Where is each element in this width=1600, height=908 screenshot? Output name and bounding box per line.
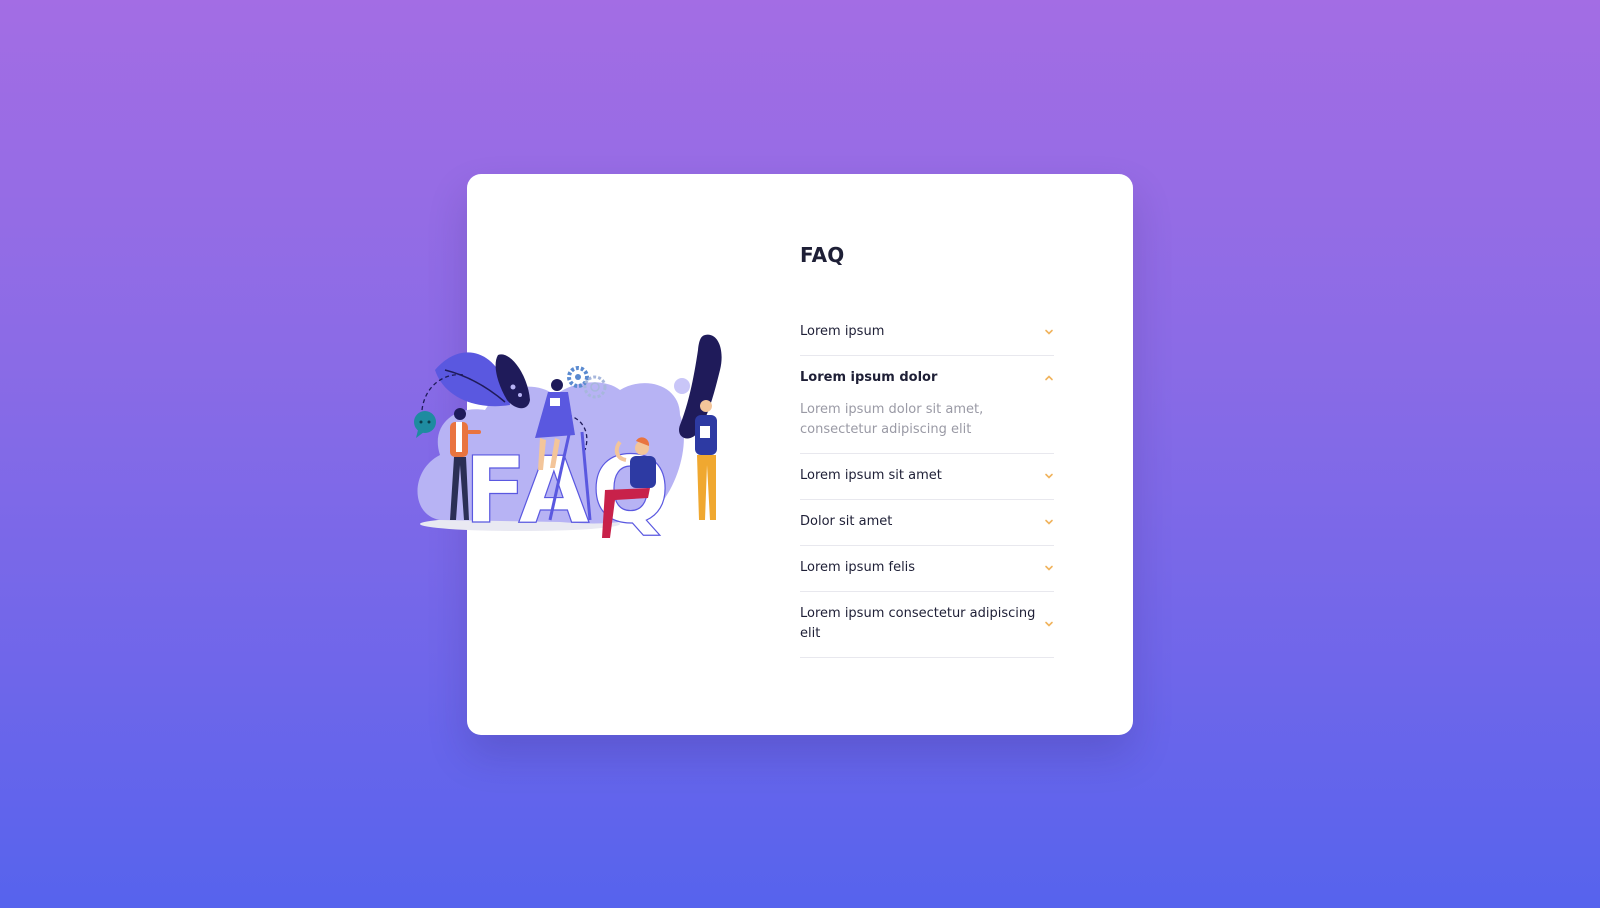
faq-question: Lorem ipsum consectetur adipiscing elit (800, 606, 1036, 641)
chat-bubble-icon (414, 411, 436, 438)
bubble-dot (674, 378, 690, 394)
faq-answer: Lorem ipsum dolor sit amet, consectetur … (800, 402, 984, 437)
faq-item[interactable]: Lorem ipsum dolor Lorem ipsum dolor sit … (800, 356, 1054, 454)
faq-item[interactable]: Lorem ipsum consectetur adipiscing elit (800, 592, 1054, 658)
faq-section: FAQ Lorem ipsum Lorem ipsum dolor Lorem … (800, 240, 1054, 658)
faq-illustration: FAQ (414, 334, 722, 545)
leaf-dot-a (510, 384, 516, 390)
faq-item[interactable]: Dolor sit amet (800, 500, 1054, 546)
faq-question-row[interactable]: Lorem ipsum consectetur adipiscing elit (800, 604, 1054, 644)
chevron-up-icon (1045, 375, 1053, 381)
leaf-dot-b (518, 393, 522, 397)
chevron-down-icon (1045, 329, 1053, 335)
faq-question-row[interactable]: Dolor sit amet (800, 512, 1054, 532)
faq-question: Lorem ipsum dolor (800, 370, 938, 385)
page: { "faq": { "title": "FAQ", "items": [ {"… (0, 0, 1600, 908)
faq-question: Lorem ipsum felis (800, 560, 916, 575)
chevron-down-icon (1045, 473, 1053, 479)
faq-question: Lorem ipsum sit amet (800, 468, 942, 483)
page-title: FAQ (800, 243, 845, 267)
faq-item[interactable]: Lorem ipsum sit amet (800, 454, 1054, 500)
person-right (695, 400, 717, 520)
chevron-down-icon (1045, 565, 1053, 571)
faq-question: Lorem ipsum (800, 324, 885, 339)
faq-question-row[interactable]: Lorem ipsum sit amet (800, 466, 1054, 486)
faq-list: Lorem ipsum Lorem ipsum dolor Lorem ipsu… (800, 310, 1054, 658)
faq-question: Dolor sit amet (800, 514, 893, 529)
faq-question-row[interactable]: Lorem ipsum (800, 322, 1054, 342)
faq-question-row[interactable]: Lorem ipsum felis (800, 558, 1054, 578)
chevron-down-icon (1045, 621, 1053, 627)
faq-item[interactable]: Lorem ipsum (800, 310, 1054, 356)
faq-question-row[interactable]: Lorem ipsum dolor (800, 368, 1054, 388)
chevron-down-icon (1045, 519, 1053, 525)
faq-item[interactable]: Lorem ipsum felis (800, 546, 1054, 592)
